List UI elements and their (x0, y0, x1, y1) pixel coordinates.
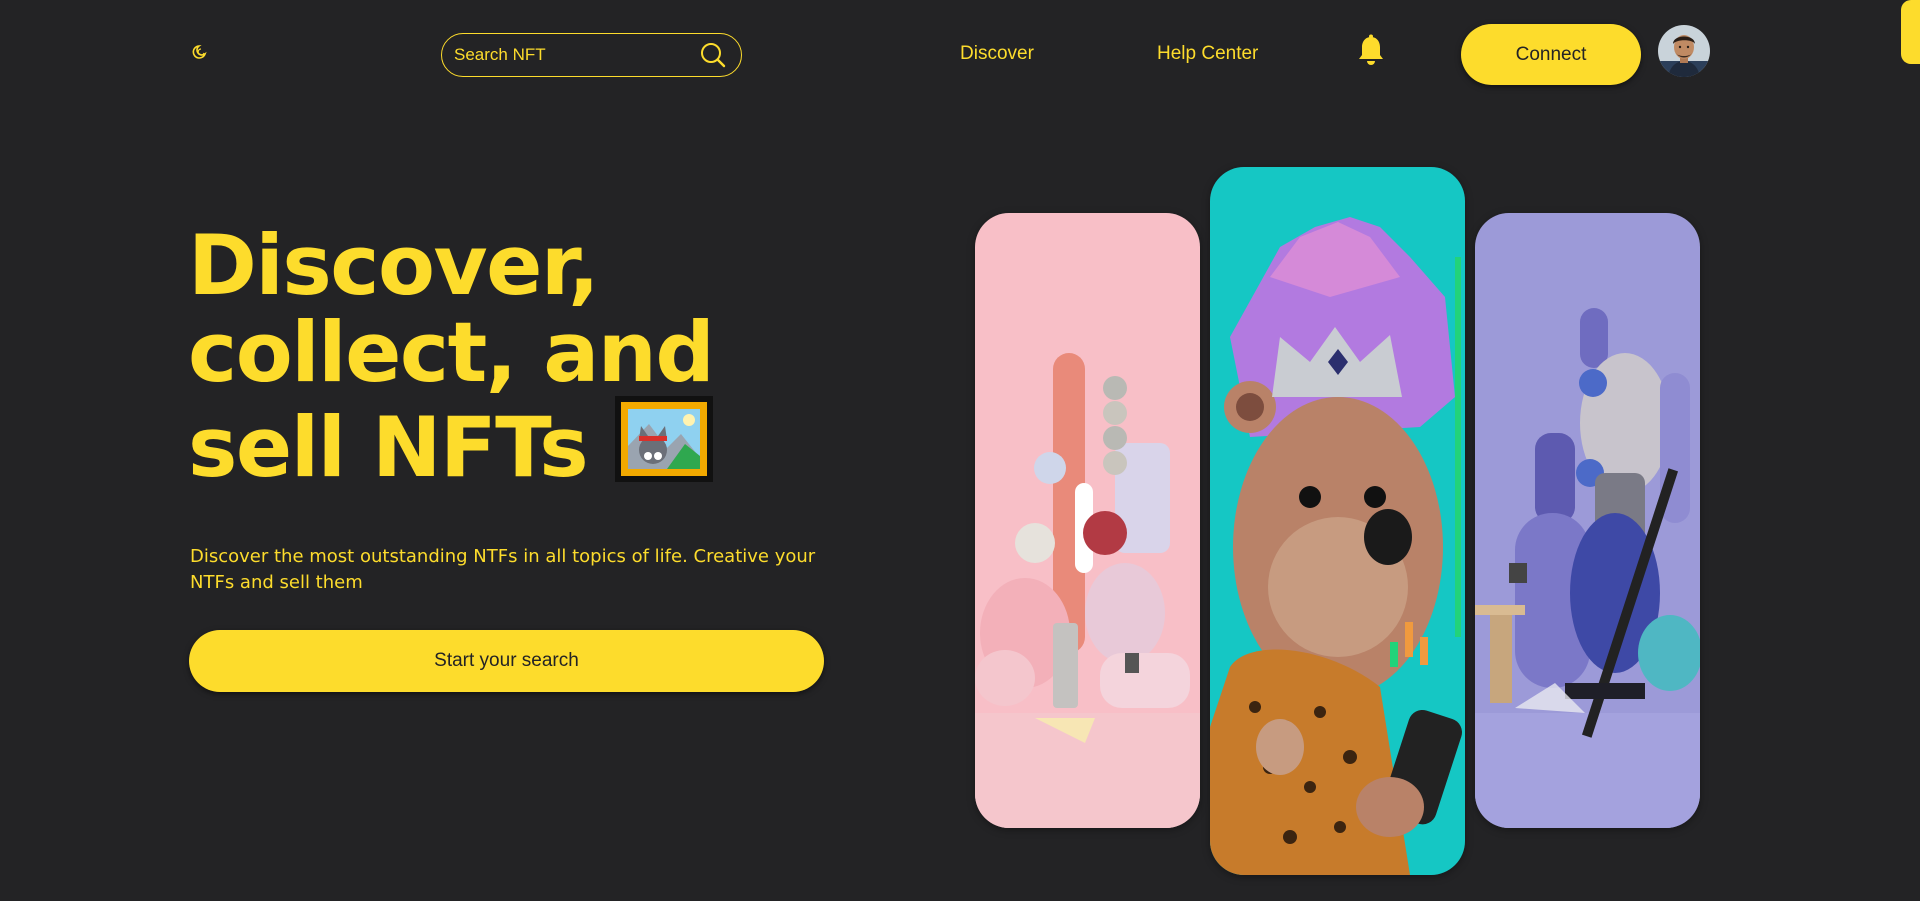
search-input[interactable] (454, 45, 699, 65)
avatar[interactable] (1658, 25, 1710, 77)
hero-description: Discover the most outstanding NTFs in al… (190, 546, 816, 593)
hero-title: Discover, collect, and sell NFTs (188, 222, 828, 491)
hero-title-line-2: collect, and (188, 304, 715, 401)
nav-help-center-link[interactable]: Help Center (1157, 43, 1258, 65)
scrollbar-thumb[interactable] (1901, 0, 1920, 64)
bell-icon[interactable] (1356, 34, 1386, 68)
nft-card-bear-king[interactable] (1210, 167, 1465, 875)
connect-button[interactable]: Connect (1461, 24, 1641, 85)
framed-picture-icon (615, 396, 714, 482)
search-icon[interactable] (699, 41, 727, 69)
hero-title-line-3: sell NFTs (188, 396, 828, 491)
moon-icon[interactable] (190, 44, 208, 59)
nft-card-purple-abstract[interactable] (1475, 213, 1700, 828)
nav-discover-link[interactable]: Discover (960, 43, 1034, 65)
search-bar (441, 33, 742, 77)
hero-title-line-1: Discover, (188, 217, 600, 314)
start-search-button[interactable]: Start your search (189, 630, 824, 692)
nft-card-pink-abstract[interactable] (975, 213, 1200, 828)
